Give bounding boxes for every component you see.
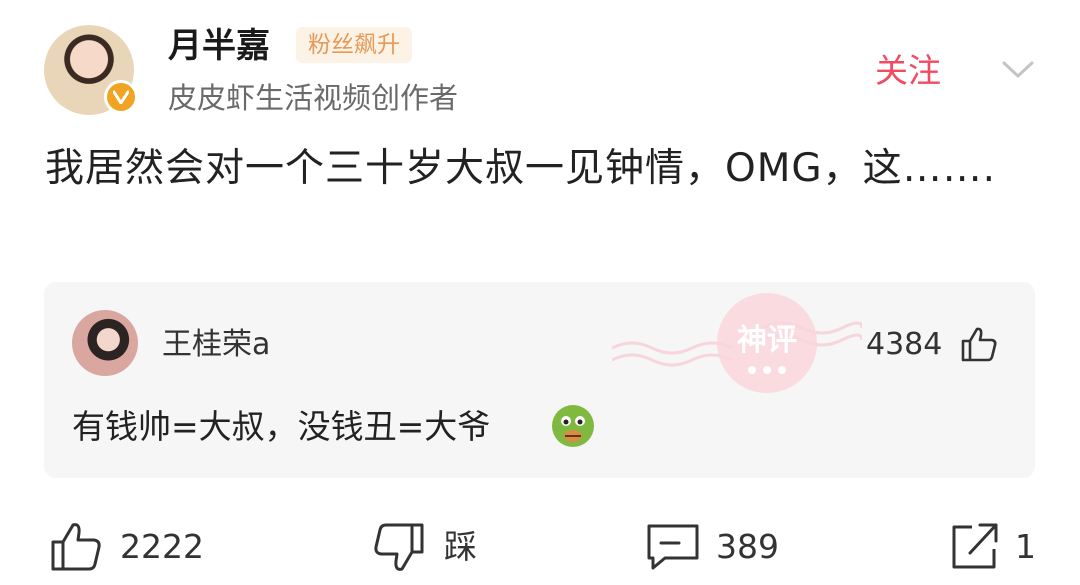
author-name[interactable]: 月半嘉 (168, 24, 270, 68)
hot-comment-stamp: 神评 (612, 293, 862, 393)
like-count: 2222 (120, 527, 204, 566)
verified-icon (104, 80, 138, 114)
stamp-label: 神评 (737, 323, 797, 358)
thumbs-up-icon[interactable] (50, 520, 102, 572)
thumbs-up-icon[interactable] (960, 325, 998, 363)
chevron-down-icon[interactable] (1000, 58, 1036, 82)
share-count: 1 (1015, 527, 1036, 566)
post-text: 我居然会对一个三十岁大叔一见钟情，OMG，这……. (45, 146, 996, 191)
sick-face-emoji-icon (552, 405, 594, 447)
comment-count: 389 (716, 527, 779, 566)
follow-button[interactable]: 关注 (875, 50, 941, 92)
dislike-label[interactable]: 踩 (444, 525, 477, 569)
author-description: 皮皮虾生活视频创作者 (168, 81, 459, 115)
fans-rising-badge: 粉丝飙升 (296, 27, 412, 63)
commenter-avatar[interactable] (72, 310, 138, 376)
comment-icon[interactable] (645, 522, 701, 572)
share-icon[interactable] (948, 521, 1000, 573)
commenter-name[interactable]: 王桂荣a (162, 325, 270, 365)
thumbs-down-icon[interactable] (372, 522, 426, 574)
comment-text: 有钱帅=大叔，没钱丑=大爷 (72, 407, 491, 446)
comment-like-count: 4384 (866, 327, 943, 362)
